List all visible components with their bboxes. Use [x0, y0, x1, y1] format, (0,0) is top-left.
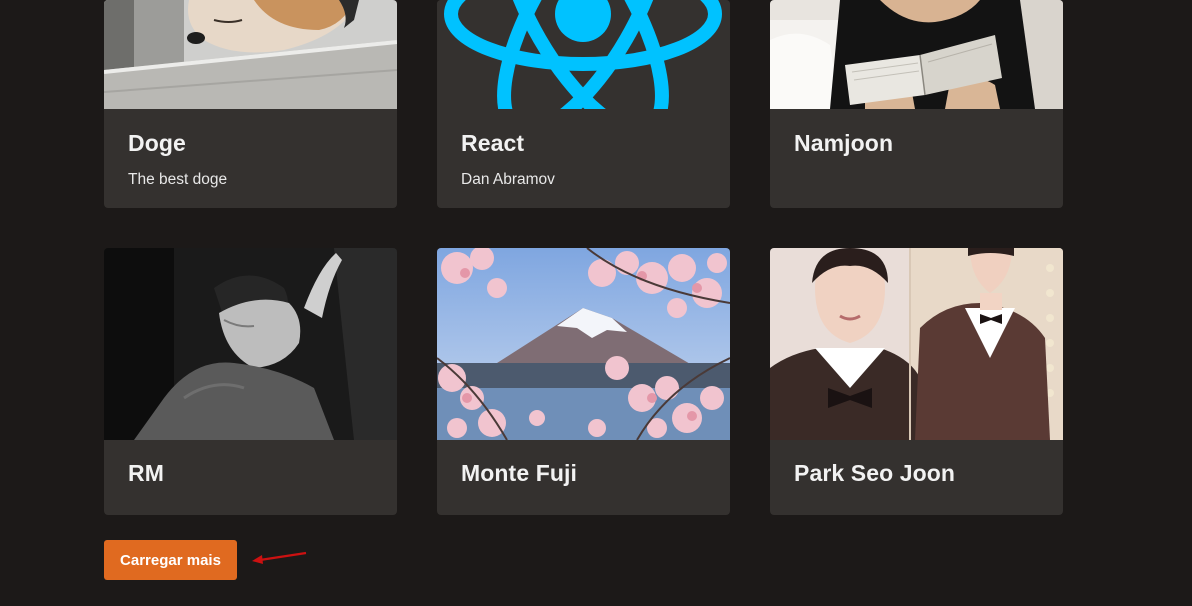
arrow-icon	[252, 551, 307, 564]
card-react[interactable]: React Dan Abramov	[437, 0, 730, 208]
card-title: Namjoon	[794, 130, 894, 156]
card-image-react	[437, 0, 730, 109]
react-logo-icon	[444, 0, 722, 109]
card-doge[interactable]: Doge The best doge	[104, 0, 397, 208]
card-image-monte-fuji	[437, 248, 730, 440]
card-namjoon[interactable]: Namjoon	[770, 0, 1063, 208]
card-image-namjoon	[770, 0, 1063, 109]
card-image-rm	[104, 248, 397, 440]
card-monte-fuji[interactable]: Monte Fuji	[437, 248, 730, 515]
card-rm[interactable]: RM	[104, 248, 397, 515]
load-more-button[interactable]: Carregar mais	[104, 540, 237, 580]
card-subtitle: Dan Abramov	[461, 171, 555, 188]
card-title: Monte Fuji	[461, 460, 577, 486]
card-title: Park Seo Joon	[794, 460, 956, 486]
card-title: RM	[128, 460, 164, 486]
card-title: Doge	[128, 130, 186, 156]
card-image-doge	[104, 0, 397, 109]
page: Doge The best doge React Dan Abramov Nam…	[0, 0, 1192, 606]
card-title: React	[461, 130, 525, 156]
card-image-park-seo-joon	[770, 248, 1063, 440]
card-park-seo-joon[interactable]: Park Seo Joon	[770, 248, 1063, 515]
card-subtitle: The best doge	[128, 171, 228, 188]
